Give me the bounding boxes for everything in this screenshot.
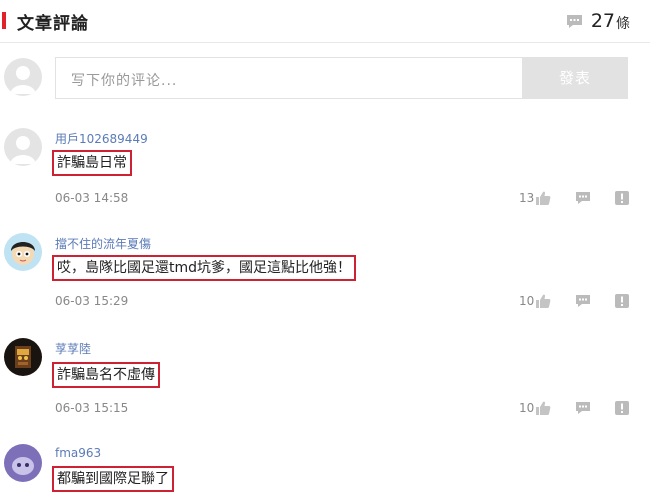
like-button[interactable]: 10 [519,294,551,308]
comment-timestamp: 06-03 15:29 [55,294,129,308]
like-button[interactable]: 13 [519,191,551,205]
comment-text: 都騙到國際足聯了 [52,466,174,492]
reply-icon[interactable] [575,191,591,205]
comment-text: 哎，島隊比國足還tmd坑爹，國足這點比他強！ [52,255,357,281]
reply-icon[interactable] [575,401,591,415]
comment-item: 用戶102689449 詐騙島日常 06-03 14:58 13 [0,120,650,220]
comment-input-placeholder: 写下你的评论... [71,73,178,89]
comment-item: 擋不住的流年夏傷 哎，島隊比國足還tmd坑爹，國足這點比他強！ 06-03 15… [0,225,650,325]
like-button[interactable]: 10 [519,401,551,415]
current-user-avatar [4,58,42,96]
comment-item: 莩莩陸 詐騙島名不虛傳 06-03 15:15 10 [0,330,650,430]
thumbs-up-icon [536,191,551,205]
comment-username[interactable]: 擋不住的流年夏傷 [55,235,151,252]
comment-input[interactable]: 写下你的评论... [55,57,522,99]
comment-timestamp: 06-03 14:58 [55,191,129,205]
comment-count-unit: 條 [616,16,630,32]
comment-composer: 写下你的评论... 發表 [0,52,650,104]
section-title: 文章評論 [17,14,89,34]
comment-count-number: 27 [590,10,615,32]
comment-timestamp: 06-03 15:15 [55,401,129,415]
comments-header: 文章評論 27 條 [0,0,650,43]
comment-text: 詐騙島日常 [52,150,132,176]
comment-text: 詐騙島名不虛傳 [52,362,160,388]
report-icon[interactable] [615,191,629,205]
like-count: 10 [519,401,535,415]
comment-item: fma963 都騙到國際足聯了 [0,436,650,500]
comment-username[interactable]: 莩莩陸 [55,340,91,357]
post-button[interactable]: 發表 [522,57,628,99]
comment-count: 27 條 [566,9,630,33]
thumbs-up-icon [536,401,551,415]
comment-username[interactable]: fma963 [55,446,101,460]
accent-bar [2,12,6,29]
thumbs-up-icon [536,294,551,308]
report-icon[interactable] [615,294,629,308]
dark-character-avatar[interactable] [4,338,42,376]
cartoon-boy-avatar[interactable] [4,233,42,271]
like-count: 10 [519,294,535,308]
report-icon[interactable] [615,401,629,415]
comment-icon [566,14,582,28]
like-count: 13 [519,191,535,205]
comment-username[interactable]: 用戶102689449 [55,130,148,147]
reply-icon[interactable] [575,294,591,308]
default-avatar[interactable] [4,128,42,166]
purple-avatar[interactable] [4,444,42,482]
